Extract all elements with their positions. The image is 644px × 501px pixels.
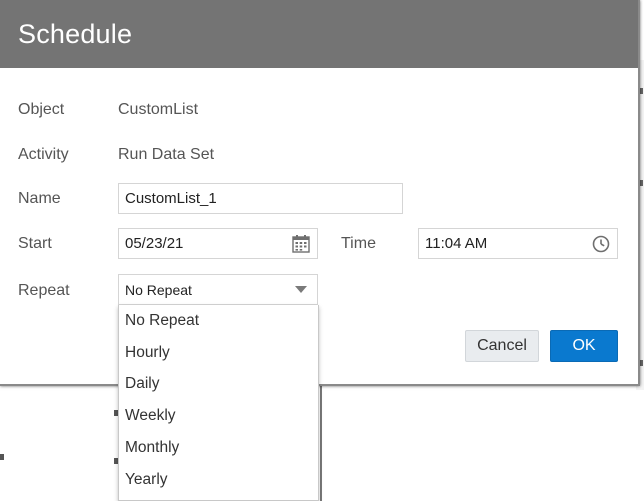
repeat-selected-value: No Repeat <box>125 281 192 298</box>
time-input[interactable]: 11:04 AM <box>418 228 618 259</box>
chevron-down-icon[interactable] <box>291 280 311 300</box>
repeat-option-daily[interactable]: Daily <box>119 369 318 401</box>
start-date-value: 05/23/21 <box>125 235 184 252</box>
repeat-select[interactable]: No Repeat <box>118 274 318 305</box>
activity-label: Activity <box>18 146 69 163</box>
schedule-dialog: Schedule Object CustomList Activity Run … <box>0 0 640 386</box>
repeat-option-weekly[interactable]: Weekly <box>119 400 318 432</box>
ok-button[interactable]: OK <box>550 330 618 362</box>
time-value: 11:04 AM <box>425 235 488 252</box>
start-label: Start <box>18 235 52 252</box>
name-label: Name <box>18 190 61 207</box>
time-label: Time <box>341 235 376 252</box>
object-value: CustomList <box>118 101 199 118</box>
clock-icon[interactable] <box>591 234 611 254</box>
cancel-button[interactable]: Cancel <box>465 330 539 362</box>
activity-value: Run Data Set <box>118 146 215 163</box>
repeat-label: Repeat <box>18 282 70 299</box>
dialog-header: Schedule <box>0 0 638 68</box>
object-label: Object <box>18 101 65 118</box>
repeat-option-monthly[interactable]: Monthly <box>119 432 318 464</box>
background-fragment <box>0 454 4 460</box>
repeat-option-yearly[interactable]: Yearly <box>119 464 318 496</box>
repeat-dropdown-list: No Repeat Hourly Daily Weekly Monthly Ye… <box>118 305 319 501</box>
start-date-input[interactable]: 05/23/21 <box>118 228 318 259</box>
name-input-value: CustomList_1 <box>125 190 217 207</box>
repeat-option-hourly[interactable]: Hourly <box>119 337 318 369</box>
name-input[interactable]: CustomList_1 <box>118 183 403 214</box>
dialog-title: Schedule <box>18 18 133 49</box>
calendar-icon[interactable] <box>291 234 311 254</box>
repeat-option-no-repeat[interactable]: No Repeat <box>119 305 318 337</box>
